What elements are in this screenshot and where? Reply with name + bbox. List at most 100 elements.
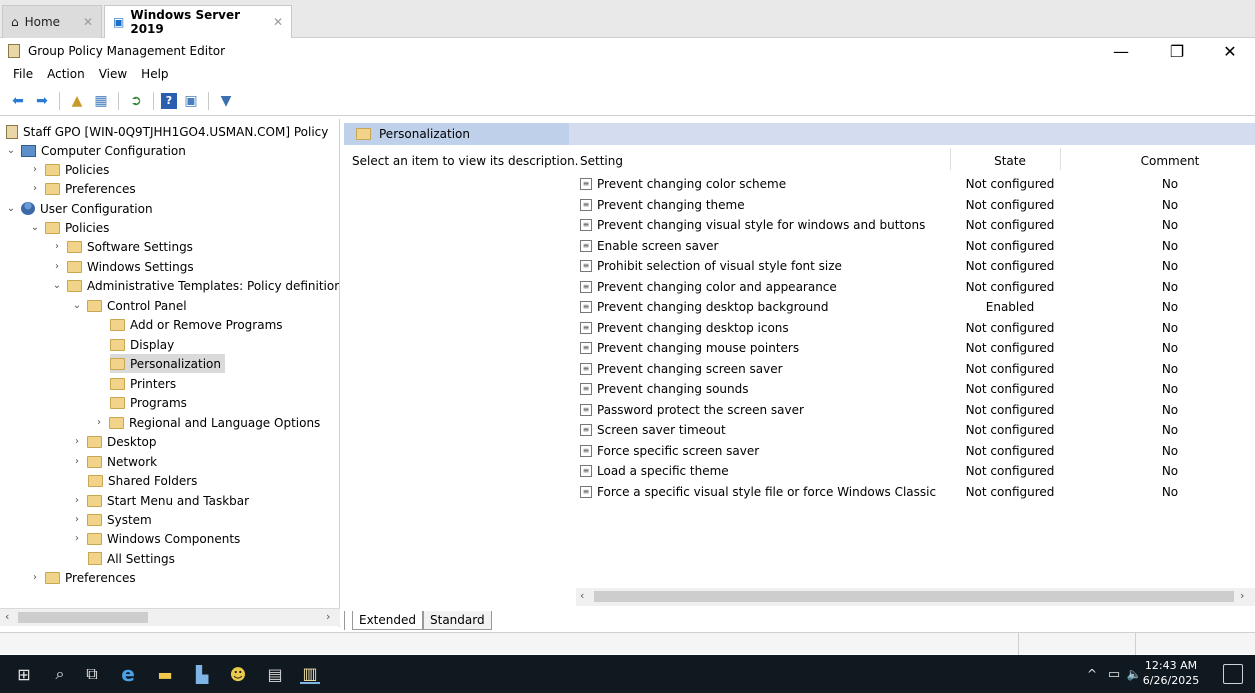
tab-standard[interactable]: Standard <box>423 610 492 630</box>
scrollbar-thumb[interactable] <box>18 612 148 623</box>
task-view-icon[interactable]: ⧉ <box>82 664 102 684</box>
table-row[interactable]: ≡ Prevent changing color scheme Not config… <box>576 174 1255 194</box>
table-row[interactable]: ≡ Password protect the screen saver Not co… <box>576 400 1255 420</box>
forward-arrow-icon[interactable]: ➡ <box>32 91 52 111</box>
column-divider[interactable] <box>1060 148 1061 170</box>
user-management-icon[interactable]: ☻ <box>228 664 248 684</box>
table-row[interactable]: ≡ Prevent changing visual style for windo… <box>576 215 1255 235</box>
menu-action[interactable]: Action <box>40 67 92 81</box>
tree-node-shared-folders[interactable]: Shared Folders <box>88 471 197 490</box>
chevron-right-icon[interactable]: › <box>72 533 82 544</box>
chevron-right-icon[interactable]: › <box>72 436 82 447</box>
table-row[interactable]: ≡ Prevent changing theme Not configured No <box>576 195 1255 215</box>
up-folder-icon[interactable]: ▲ <box>67 91 87 111</box>
tab-extended[interactable]: Extended <box>352 610 423 630</box>
tree-node-administrative-templates[interactable]: ⌄ Administrative Templates: Policy defin… <box>52 276 339 295</box>
scroll-right-icon[interactable]: › <box>326 610 330 623</box>
tab-home[interactable]: ⌂ Home ✕ <box>2 5 102 38</box>
tree-node-cc-preferences[interactable]: › Preferences <box>30 179 136 198</box>
tree-node-software-settings[interactable]: › Software Settings <box>52 237 193 256</box>
table-row[interactable]: ≡ Enable screen saver Not configured No <box>576 236 1255 256</box>
chevron-down-icon[interactable]: ⌄ <box>72 300 82 311</box>
table-row[interactable]: ≡ Prevent changing screen saver Not config… <box>576 359 1255 379</box>
close-icon[interactable]: ✕ <box>83 15 93 29</box>
scroll-left-icon[interactable]: ‹ <box>580 589 584 602</box>
windows-start-icon[interactable]: ⊞ <box>14 664 34 684</box>
table-row[interactable]: ≡ Prevent changing sounds Not configured No <box>576 379 1255 399</box>
scroll-left-icon[interactable]: ‹ <box>5 610 9 623</box>
minimize-button[interactable]: — <box>1101 39 1141 63</box>
tree-node-programs[interactable]: Programs <box>110 393 187 412</box>
chevron-down-icon[interactable]: ⌄ <box>6 145 16 156</box>
tree-horizontal-scrollbar[interactable]: ‹ › <box>0 608 340 626</box>
column-divider[interactable] <box>950 148 951 170</box>
tree-node-uc-policies[interactable]: ⌄ Policies <box>30 218 110 237</box>
search-icon[interactable]: ⌕ <box>50 664 70 684</box>
chevron-right-icon[interactable]: › <box>72 514 82 525</box>
tree-node-network[interactable]: › Network <box>72 452 157 471</box>
gpo-editor-taskbar-icon[interactable]: ▥ <box>300 664 320 684</box>
close-button[interactable]: ✕ <box>1210 39 1250 63</box>
chevron-right-icon[interactable]: › <box>72 456 82 467</box>
tree-node-windows-components[interactable]: › Windows Components <box>72 529 240 548</box>
tree-node-start-menu-taskbar[interactable]: › Start Menu and Taskbar <box>72 491 249 510</box>
properties-pane-icon[interactable]: ▣ <box>181 91 201 111</box>
table-row[interactable]: ≡ Prevent changing desktop icons Not confi… <box>576 318 1255 338</box>
menu-file[interactable]: File <box>6 67 40 81</box>
chevron-down-icon[interactable]: ⌄ <box>52 280 62 291</box>
table-row[interactable]: ≡ Load a specific theme Not configured No <box>576 461 1255 481</box>
tree-node-regional-language[interactable]: › Regional and Language Options <box>94 413 320 432</box>
table-row[interactable]: ≡ Screen saver timeout Not configured No <box>576 420 1255 440</box>
menu-help[interactable]: Help <box>134 67 175 81</box>
chevron-right-icon[interactable]: › <box>30 183 40 194</box>
tree-node-control-panel[interactable]: ⌄ Control Panel <box>72 296 187 315</box>
close-icon[interactable]: ✕ <box>273 15 283 29</box>
scroll-right-icon[interactable]: › <box>1240 589 1244 602</box>
chevron-up-icon[interactable]: ^ <box>1082 664 1102 684</box>
table-row[interactable]: ≡ Force specific screen saver Not configur… <box>576 441 1255 461</box>
tree-node-add-remove-programs[interactable]: Add or Remove Programs <box>110 315 283 334</box>
chevron-down-icon[interactable]: ⌄ <box>30 222 40 233</box>
tree-node-windows-settings[interactable]: › Windows Settings <box>52 257 194 276</box>
network-icon[interactable]: ▭ <box>1104 664 1124 684</box>
column-header-setting[interactable]: Setting <box>580 150 623 172</box>
tree-node-root[interactable]: Staff GPO [WIN-0Q9TJHH1GO4.USMAN.COM] Po… <box>6 122 328 141</box>
help-icon[interactable]: ? <box>161 92 177 109</box>
back-arrow-icon[interactable]: ⬅ <box>8 91 28 111</box>
tab-windows-server[interactable]: ▣ Windows Server 2019 ✕ <box>104 5 292 38</box>
tree-node-printers[interactable]: Printers <box>110 374 176 393</box>
tree-node-computer-configuration[interactable]: ⌄ Computer Configuration <box>6 141 186 160</box>
settings-horizontal-scrollbar[interactable]: ‹ › <box>576 588 1255 606</box>
menu-view[interactable]: View <box>92 67 134 81</box>
chevron-right-icon[interactable]: › <box>94 417 104 428</box>
system-clock[interactable]: 12:43 AM 6/26/2025 <box>1141 658 1201 688</box>
show-hide-tree-icon[interactable]: ▦ <box>91 91 111 111</box>
scrollbar-thumb[interactable] <box>594 591 1234 602</box>
table-row[interactable]: ≡ Prevent changing desktop background Enab… <box>576 297 1255 317</box>
chevron-right-icon[interactable]: › <box>52 241 62 252</box>
file-explorer-icon[interactable]: ▬ <box>155 664 175 684</box>
chevron-right-icon[interactable]: › <box>30 164 40 175</box>
tree-node-uc-preferences[interactable]: › Preferences <box>30 568 136 587</box>
table-row[interactable]: ≡ Prohibit selection of visual style font… <box>576 256 1255 276</box>
filter-icon[interactable]: ▼ <box>216 91 236 111</box>
column-header-state[interactable]: State <box>961 150 1059 172</box>
tree-node-all-settings[interactable]: All Settings <box>88 549 175 568</box>
table-row[interactable]: ≡ Prevent changing mouse pointers Not conf… <box>576 338 1255 358</box>
tree-node-display[interactable]: Display <box>110 335 174 354</box>
table-row[interactable]: ≡ Force a specific visual style file or f… <box>576 482 1255 502</box>
chevron-right-icon[interactable]: › <box>52 261 62 272</box>
notification-center-icon[interactable] <box>1223 664 1243 684</box>
table-row[interactable]: ≡ Prevent changing color and appearance No… <box>576 277 1255 297</box>
export-list-icon[interactable]: ➲ <box>126 91 146 111</box>
chevron-down-icon[interactable]: ⌄ <box>6 203 16 214</box>
server-manager-icon[interactable]: ▙ <box>192 664 212 684</box>
tree-node-user-configuration[interactable]: ⌄ User Configuration <box>6 199 153 218</box>
chevron-right-icon[interactable]: › <box>30 572 40 583</box>
tree-node-cc-policies[interactable]: › Policies <box>30 160 109 179</box>
column-header-comment[interactable]: Comment <box>1132 150 1208 172</box>
chevron-right-icon[interactable]: › <box>72 495 82 506</box>
maximize-button[interactable]: ❐ <box>1157 39 1197 63</box>
tree-node-personalization[interactable]: Personalization <box>110 354 225 373</box>
gpmc-icon[interactable]: ▤ <box>265 664 285 684</box>
